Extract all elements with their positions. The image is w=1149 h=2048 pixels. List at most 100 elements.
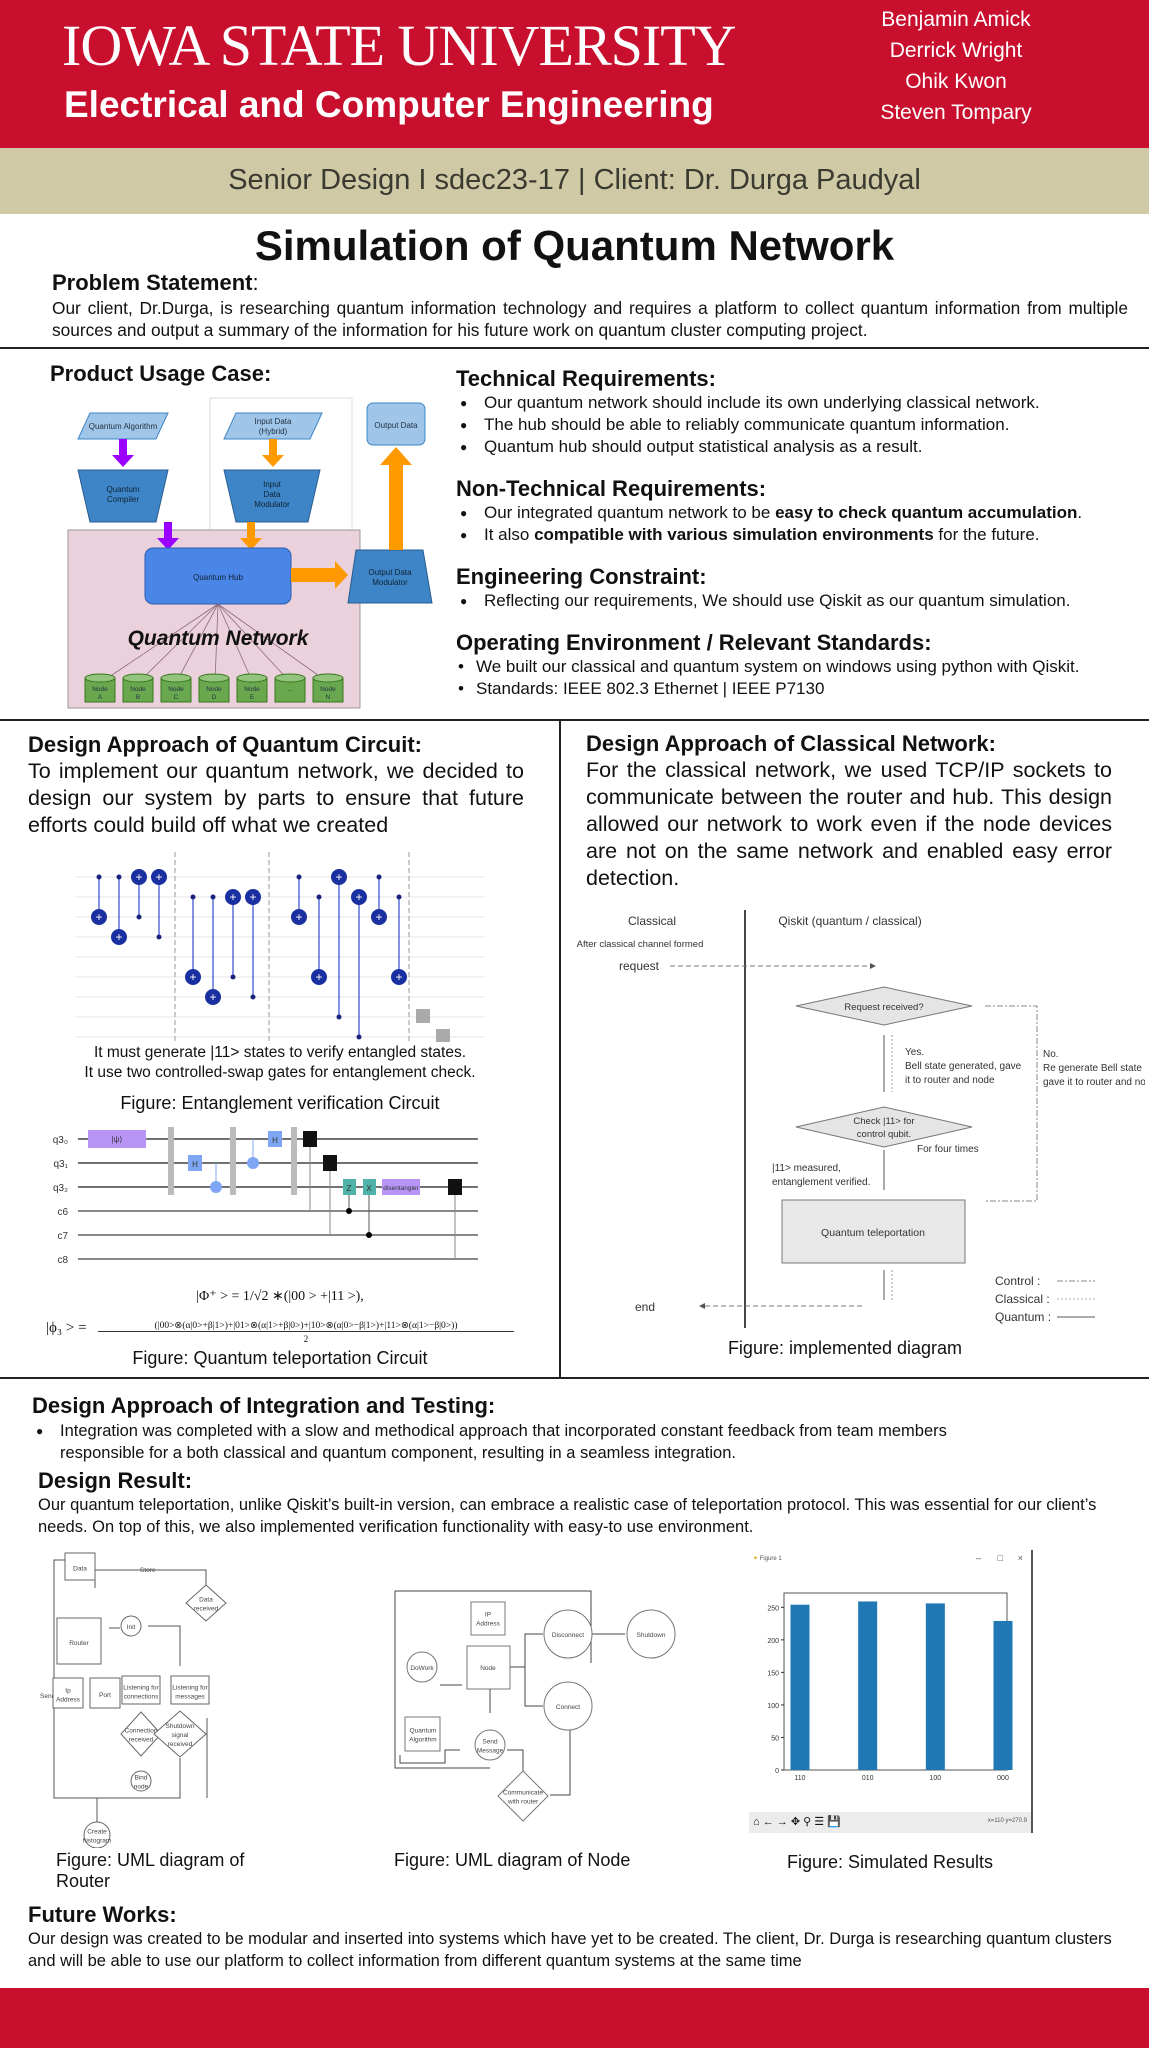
back-icon[interactable]: ←	[763, 1816, 774, 1828]
node-label: Node	[168, 686, 184, 693]
teleport-label: Quantum teleportation	[821, 1227, 925, 1239]
pan-icon[interactable]: ✥	[791, 1816, 800, 1828]
non-technical-heading: Non-Technical Requirements:	[456, 476, 767, 501]
modulator-label: Modulator	[254, 500, 290, 509]
minimize-button[interactable]: –	[976, 1553, 981, 1563]
divider	[0, 719, 1149, 721]
quantum-circuit-text: To implement our quantum network, we dec…	[28, 759, 524, 837]
listen-msg-box-label: Listening for	[172, 1685, 208, 1692]
text: It also	[484, 525, 535, 544]
wire-label: q3₀	[53, 1135, 68, 1146]
measure-icon	[436, 1029, 450, 1042]
plus-icon: +	[135, 870, 142, 884]
entanglement-circuit: + + + + + + + + + + + + + +	[75, 852, 485, 1042]
control-dot	[156, 934, 162, 940]
bar	[858, 1601, 878, 1770]
uml-label: DoWork	[410, 1665, 434, 1672]
x-tick-label: 000	[997, 1775, 1009, 1782]
control-dot	[396, 894, 402, 900]
circuit-note: It use two controlled-swap gates for ent…	[84, 1064, 476, 1081]
integration-heading: Design Approach of Integration and Testi…	[32, 1393, 496, 1418]
legend-quantum: Quantum :	[995, 1310, 1051, 1324]
column-divider	[559, 720, 561, 1378]
gate-label: X	[366, 1184, 372, 1193]
control-dot	[210, 894, 216, 900]
node-cylinder-top	[312, 673, 344, 683]
wire-label: c6	[57, 1207, 68, 1218]
text: Our integrated quantum network to be	[484, 503, 776, 522]
bar	[790, 1604, 810, 1770]
check-decision	[795, 1106, 973, 1148]
window-title: Figure 1	[759, 1556, 782, 1562]
node-label: ...	[287, 686, 293, 693]
lane-label-qiskit: Qiskit (quantum / classical)	[778, 914, 921, 928]
author-name: Ohik Kwon	[905, 70, 1007, 93]
bar-chart: 0 50 100 150 200 250 110 010 100 000	[767, 1592, 1013, 1782]
maximize-button[interactable]: □	[998, 1553, 1003, 1563]
output-modulator-label: Modulator	[372, 578, 408, 587]
node-label: Node	[206, 686, 222, 693]
control-dot	[366, 1232, 372, 1238]
implemented-diagram: Classical Qiskit (quantum / classical) A…	[577, 910, 1145, 1328]
node-caption: Figure: UML diagram of Node	[394, 1850, 631, 1870]
no-label: No.	[1043, 1049, 1059, 1060]
figure-window: ✦ Figure 1 – □ × 0 50 100 150 200 250 110 010 10…	[749, 1550, 1033, 1833]
control-dot	[346, 1208, 352, 1214]
save-icon[interactable]: 💾	[827, 1816, 841, 1828]
control-dot	[356, 1034, 362, 1040]
bell-state-equation: |Φ⁺ > = 1/√2 ∗(|00 > +|11 >),	[196, 1289, 364, 1304]
list-item: Reflecting our requirements, We should u…	[456, 590, 1146, 612]
plus-icon: +	[155, 870, 162, 884]
uml-label: Address	[476, 1621, 501, 1628]
yes-label: Yes.	[905, 1047, 924, 1058]
uml-label: Communicate	[503, 1790, 543, 1797]
y-tick-label: 50	[771, 1735, 779, 1742]
node-cylinder-top	[160, 673, 192, 683]
data-store-label: Data	[73, 1566, 87, 1573]
node-group: NodeANodeBNodeCNodeDNodeE... NodeN	[84, 673, 344, 703]
classical-heading: Design Approach of Classical Network:	[586, 731, 996, 756]
router-uml-diagram: Data StoreDatareceivedRouterInitSendIpAdd…	[40, 1552, 227, 1848]
usage-heading: Product Usage Case:	[50, 361, 272, 386]
configure-icon[interactable]: ☰	[814, 1816, 824, 1828]
plus-icon: +	[375, 910, 382, 924]
non-technical-list: Our integrated quantum network to be eas…	[456, 502, 1146, 546]
forward-icon[interactable]: →	[777, 1816, 788, 1828]
shutdown-decision-label: received	[168, 1741, 193, 1748]
after-label: After classical channel formed	[577, 939, 704, 950]
node-cylinder-top	[198, 673, 230, 683]
uml-label: Algorithm	[409, 1737, 436, 1744]
node-cylinder-top	[84, 673, 116, 683]
measured-label: |11> measured,	[772, 1163, 841, 1174]
entanglement-caption: Figure: Entanglement verification Circui…	[120, 1093, 440, 1113]
no-label: gave it to router and node	[1043, 1077, 1145, 1088]
cursor-readout: x=110 y=270.9	[987, 1818, 1027, 1824]
result-heading: Design Result:	[38, 1468, 193, 1493]
barrier	[291, 1127, 297, 1195]
router-box-label: Router	[69, 1640, 89, 1647]
uml-label: Connect	[556, 1704, 580, 1711]
implemented-caption: Figure: implemented diagram	[727, 1338, 963, 1358]
arrow-head-icon	[870, 963, 876, 969]
listen-msg-box-label: messages	[175, 1694, 205, 1701]
university-wordmark: IOWA STATE UNIVERSITY	[62, 13, 737, 78]
legend-control: Control :	[995, 1274, 1040, 1288]
y-tick-label: 100	[767, 1703, 779, 1710]
author-list: Benjamin Amick Derrick Wright Ohik Kwon …	[846, 4, 1066, 128]
department-name: Electrical and Computer Engineering	[64, 84, 714, 125]
plus-icon: +	[355, 890, 362, 904]
input-data-label: Input Data	[255, 417, 292, 426]
product-usage-diagram: Quantum Algorithm Input Data (Hybrid) Ou…	[67, 397, 433, 709]
plus-icon: +	[209, 990, 216, 1004]
zoom-icon[interactable]: ⚲	[803, 1816, 811, 1828]
plus-icon: +	[295, 910, 302, 924]
y-tick-label: 150	[767, 1670, 779, 1677]
network-label: Quantum Network	[128, 627, 310, 650]
plot-toolbar: ⌂ ← → ✥ ⚲ ☰ 💾 x=110 y=270.9	[749, 1812, 1031, 1833]
node-label: E	[250, 694, 255, 701]
cnot-target	[210, 1181, 222, 1193]
problem-heading-text: Problem Statement	[52, 270, 253, 295]
home-icon[interactable]: ⌂	[753, 1816, 760, 1828]
close-button[interactable]: ×	[1018, 1553, 1023, 1563]
node-cylinder-top	[274, 673, 306, 683]
